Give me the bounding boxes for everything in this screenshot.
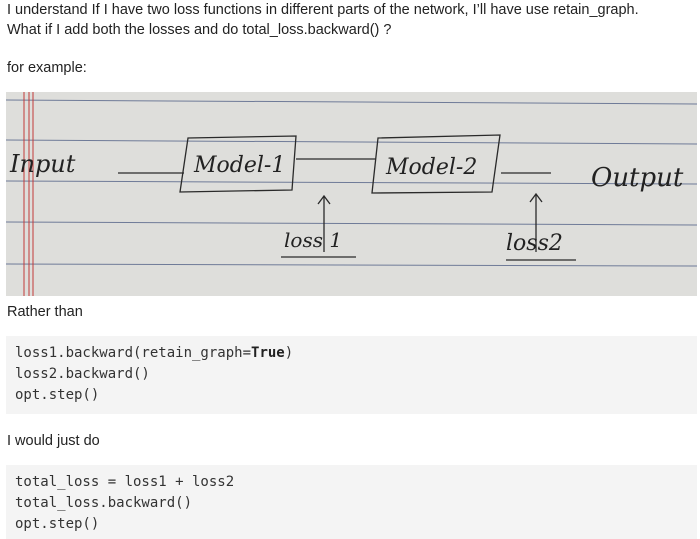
diagram-model2-label: Model-2 <box>385 155 477 180</box>
code-line: total_loss = loss1 + loss2 <box>15 474 235 490</box>
diagram-input-label: Input <box>9 150 76 178</box>
code-line: loss2.backward() <box>15 366 150 382</box>
code-block-separate-backward: loss1.backward(retain_graph=True) loss2.… <box>6 336 697 414</box>
intro-line-2: What if I add both the losses and do tot… <box>7 22 392 38</box>
diagram-loss1-label: loss 1 <box>284 228 342 252</box>
code-line: opt.step() <box>15 387 100 403</box>
code-line: opt.step() <box>15 516 100 532</box>
diagram-model1-label: Model-1 <box>193 153 285 178</box>
diagram-loss2-label: loss2 <box>506 231 563 256</box>
intro-line-1: I understand If I have two loss function… <box>7 2 639 18</box>
keyword-true: True <box>251 345 285 361</box>
for-example-text: for example: <box>7 60 87 76</box>
would-just-do-text: I would just do <box>7 433 100 449</box>
diagram-photo: Input Model-1 Model-2 Output loss 1 loss… <box>6 92 697 296</box>
handwritten-network-diagram: Input Model-1 Model-2 Output loss 1 loss… <box>6 92 697 296</box>
code-block-total-loss: total_loss = loss1 + loss2 total_loss.ba… <box>6 465 697 539</box>
rather-than-text: Rather than <box>7 304 83 320</box>
code-line: total_loss.backward() <box>15 495 193 511</box>
diagram-output-label: Output <box>591 163 684 193</box>
code-line: loss1.backward(retain_graph=True) <box>15 345 294 361</box>
